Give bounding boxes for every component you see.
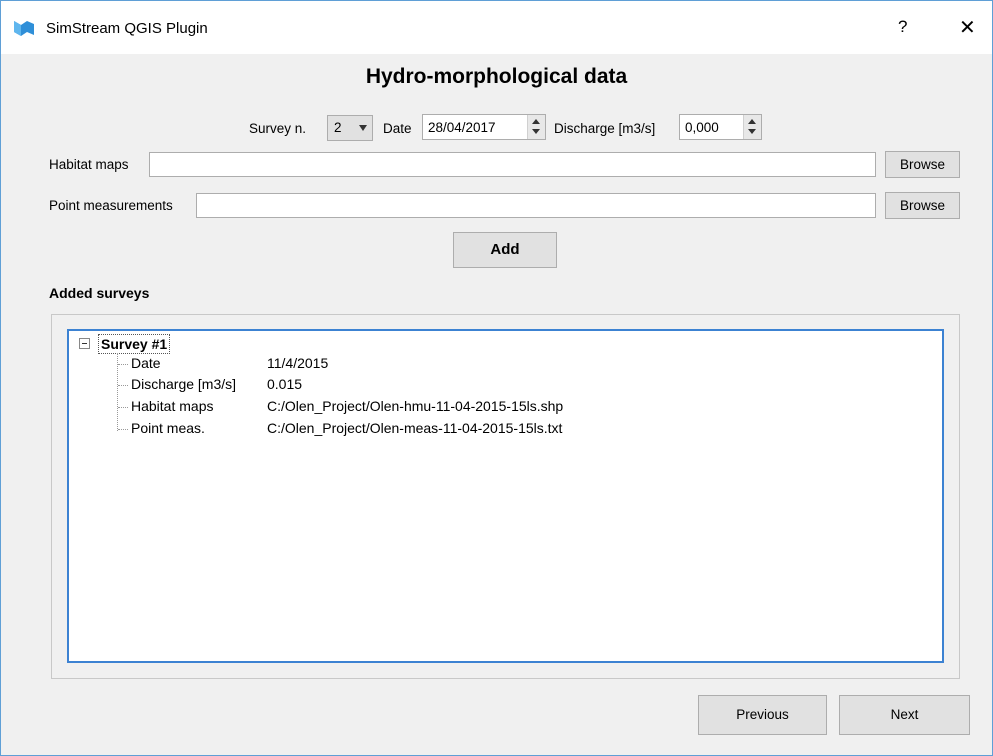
habitat-maps-label: Habitat maps <box>49 157 129 172</box>
tree-row-key: Habitat maps <box>131 398 214 414</box>
title-bar: SimStream QGIS Plugin ? ✕ <box>1 1 992 54</box>
discharge-spin-buttons[interactable] <box>743 115 761 139</box>
date-value: 28/04/2017 <box>428 120 496 135</box>
date-label: Date <box>383 121 412 136</box>
tree-row-key: Point meas. <box>131 420 205 436</box>
window-title: SimStream QGIS Plugin <box>46 20 208 37</box>
survey-number-label: Survey n. <box>249 121 307 136</box>
close-button[interactable]: ✕ <box>959 15 976 40</box>
survey-number-select[interactable]: 2 <box>327 115 373 141</box>
spin-down-icon <box>748 129 756 134</box>
discharge-spinbox[interactable]: 0,000 <box>679 114 762 140</box>
tree-connector <box>118 385 128 386</box>
tree-connector <box>118 429 128 430</box>
collapse-icon[interactable] <box>79 338 90 349</box>
discharge-label: Discharge [m3/s] <box>554 121 656 136</box>
point-browse-button[interactable]: Browse <box>885 192 960 219</box>
tree-connector <box>118 364 128 365</box>
next-button[interactable]: Next <box>839 695 970 735</box>
habitat-browse-button[interactable]: Browse <box>885 151 960 178</box>
discharge-value: 0,000 <box>685 120 719 135</box>
point-measurements-label: Point measurements <box>49 198 173 213</box>
add-button[interactable]: Add <box>453 232 557 268</box>
spin-up-icon <box>532 119 540 124</box>
tree-item-survey-1[interactable]: Survey #1 <box>98 334 171 354</box>
page-title: Hydro-morphological data <box>365 65 628 88</box>
spin-down-icon <box>532 129 540 134</box>
survey-number-value: 2 <box>334 120 342 135</box>
tree-row-value: C:/Olen_Project/Olen-hmu-11-04-2015-15ls… <box>267 398 564 414</box>
date-spin-buttons[interactable] <box>527 115 545 139</box>
chevron-down-icon <box>359 125 367 131</box>
help-button[interactable]: ? <box>898 17 907 37</box>
spin-up-icon <box>748 119 756 124</box>
previous-button[interactable]: Previous <box>698 695 827 735</box>
habitat-maps-input[interactable] <box>149 152 876 177</box>
simstream-logo-icon <box>14 21 34 36</box>
tree-row-value: C:/Olen_Project/Olen-meas-11-04-2015-15l… <box>267 420 563 436</box>
added-surveys-label: Added surveys <box>49 285 150 301</box>
tree-row-value: 0.015 <box>267 376 303 392</box>
tree-connector <box>118 407 128 408</box>
tree-row-value: 11/4/2015 <box>267 355 329 371</box>
tree-row-key: Discharge [m3/s] <box>131 376 237 392</box>
point-measurements-input[interactable] <box>196 193 876 218</box>
dialog-window: SimStream QGIS Plugin ? ✕ Hydro-morpholo… <box>0 0 993 756</box>
tree-row-key: Date <box>131 355 161 371</box>
date-spinbox[interactable]: 28/04/2017 <box>422 114 546 140</box>
